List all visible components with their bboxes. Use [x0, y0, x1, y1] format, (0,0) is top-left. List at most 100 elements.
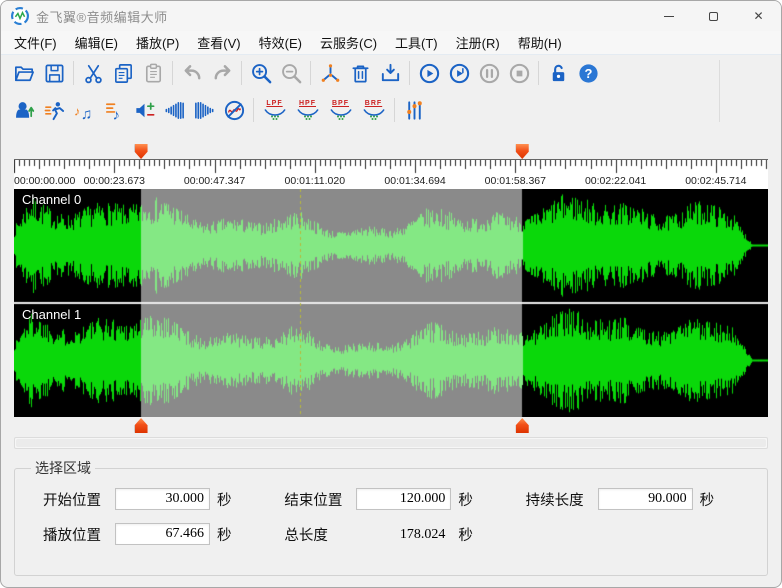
pitch-icon[interactable]: ♪♫ [69, 95, 99, 125]
end-position-input[interactable] [356, 488, 451, 510]
horizontal-scrollbar[interactable] [14, 437, 768, 449]
denoise-icon[interactable] [219, 95, 249, 125]
play-position-unit: 秒 [217, 524, 232, 545]
start-position-unit: 秒 [217, 489, 232, 510]
window-controls: ✕ [646, 1, 781, 31]
waveform-display[interactable]: Channel 0 Channel 1 [14, 189, 768, 417]
ruler-label-4: 00:01:34.694 [384, 175, 445, 187]
app-logo-icon [10, 6, 30, 26]
play-position-label: 播放位置 [43, 524, 115, 545]
filter-bpf-icon[interactable]: BPF [324, 94, 357, 126]
toolbar-separator [719, 60, 720, 122]
total-length-label: 总长度 [284, 524, 356, 545]
filter-bpf-label: BPF [332, 100, 349, 108]
minimize-button[interactable] [646, 1, 691, 31]
timeline-ruler[interactable]: 00:00:00.000 00:00:23.673 00:00:47.347 00:0… [14, 159, 768, 189]
channel-1-label: Channel 1 [22, 307, 81, 322]
filter-lpf-label: LPF [266, 100, 282, 108]
total-length-unit: 秒 [458, 524, 473, 545]
pause-icon[interactable] [474, 58, 504, 88]
play-file-icon[interactable] [444, 58, 474, 88]
toolbar-separator [241, 61, 242, 85]
zoom-out-icon[interactable] [276, 58, 306, 88]
rate-icon[interactable]: ♪ [99, 95, 129, 125]
cut-icon[interactable] [78, 58, 108, 88]
toolbar-effects: ♪♫♪LPFHPFBPFBRF [1, 91, 781, 129]
ruler-label-0: 00:00:00.000 [14, 175, 75, 187]
toolbar-area: ? ♪♫♪LPFHPFBPFBRF [1, 55, 781, 129]
zoom-in-icon[interactable] [246, 58, 276, 88]
minimize-icon [664, 16, 674, 17]
filter-brf-label: BRF [365, 100, 382, 108]
end-position-label: 结束位置 [284, 489, 356, 510]
menu-item-1[interactable]: 编辑(E) [66, 31, 127, 54]
duration-field: 持续长度秒 [512, 488, 753, 510]
equalizer-icon[interactable] [399, 95, 429, 125]
save-file-icon[interactable] [39, 58, 69, 88]
copy-icon[interactable] [108, 58, 138, 88]
start-position-label: 开始位置 [43, 489, 115, 510]
menu-item-6[interactable]: 工具(T) [386, 31, 447, 54]
svg-text:♫: ♫ [80, 106, 92, 122]
maximize-button[interactable] [691, 1, 736, 31]
selection-end-marker-bottom[interactable] [516, 418, 529, 433]
ruler-label-6: 00:02:22.041 [585, 175, 646, 187]
selection-start-marker-bottom[interactable] [135, 418, 148, 433]
start-position-input[interactable] [115, 488, 210, 510]
total-length-value: 178.024 [356, 523, 451, 545]
play-icon[interactable] [414, 58, 444, 88]
marker-strip-bottom [14, 417, 768, 434]
duration-input[interactable] [598, 488, 693, 510]
menu-item-8[interactable]: 帮助(H) [509, 31, 571, 54]
tempo-icon[interactable] [39, 95, 69, 125]
redo-icon[interactable] [207, 58, 237, 88]
volume-icon[interactable] [129, 95, 159, 125]
ruler-labels: 00:00:00.000 00:00:23.673 00:00:47.347 00:0… [14, 176, 768, 190]
svg-text:♪: ♪ [112, 107, 119, 121]
close-button[interactable]: ✕ [736, 1, 781, 31]
work-area: 00:00:00.000 00:00:23.673 00:00:47.347 00:0… [1, 142, 781, 576]
menu-item-0[interactable]: 文件(F) [5, 31, 66, 54]
toolbar-separator [409, 61, 410, 85]
filter-lpf-icon[interactable]: LPF [258, 94, 291, 126]
ruler-label-2: 00:00:47.347 [184, 175, 245, 187]
menu-item-3[interactable]: 查看(V) [188, 31, 249, 54]
marker-strip-top [14, 142, 768, 159]
lock-icon[interactable] [543, 58, 573, 88]
fade-out-icon[interactable] [189, 95, 219, 125]
ruler-label-7: 00:02:45.714 [685, 175, 746, 187]
filter-hpf-icon[interactable]: HPF [291, 94, 324, 126]
text-to-speech-icon[interactable] [9, 95, 39, 125]
filter-brf-icon[interactable]: BRF [357, 94, 390, 126]
insert-icon[interactable] [375, 58, 405, 88]
duration-unit: 秒 [700, 489, 715, 510]
fade-in-icon[interactable] [159, 95, 189, 125]
open-file-icon[interactable] [9, 58, 39, 88]
close-icon: ✕ [753, 9, 763, 23]
toolbar-separator [310, 61, 311, 85]
mix-icon[interactable] [315, 58, 345, 88]
ruler-label-1: 00:00:23.673 [84, 175, 145, 187]
scrollbar-thumb[interactable] [16, 439, 766, 447]
paste-icon[interactable] [138, 58, 168, 88]
menu-item-4[interactable]: 特效(E) [250, 31, 311, 54]
ruler-label-3: 00:01:11.020 [285, 175, 346, 187]
stop-icon[interactable] [504, 58, 534, 88]
undo-icon[interactable] [177, 58, 207, 88]
selection-fields: 开始位置秒结束位置秒持续长度秒播放位置秒总长度178.024秒 [29, 488, 753, 545]
window-title: 金飞翼®音频编辑大师 [36, 7, 168, 26]
menu-item-7[interactable]: 注册(R) [447, 31, 509, 54]
help-icon[interactable]: ? [573, 58, 603, 88]
menu-item-2[interactable]: 播放(P) [127, 31, 188, 54]
play-position-input[interactable] [115, 523, 210, 545]
app-window: 金飞翼®音频编辑大师 ✕ 文件(F)编辑(E)播放(P)查看(V)特效(E)云服… [0, 0, 782, 588]
selection-end-marker-top[interactable] [516, 144, 529, 159]
channel-0-label: Channel 0 [22, 192, 81, 207]
delete-icon[interactable] [345, 58, 375, 88]
total-length-field: 总长度178.024 秒 [270, 523, 511, 545]
play-position-field: 播放位置 秒 [29, 523, 270, 545]
selection-start-marker-top[interactable] [135, 144, 148, 159]
svg-text:?: ? [584, 66, 592, 81]
menu-item-5[interactable]: 云服务(C) [311, 31, 386, 54]
svg-text:♪: ♪ [73, 104, 79, 118]
